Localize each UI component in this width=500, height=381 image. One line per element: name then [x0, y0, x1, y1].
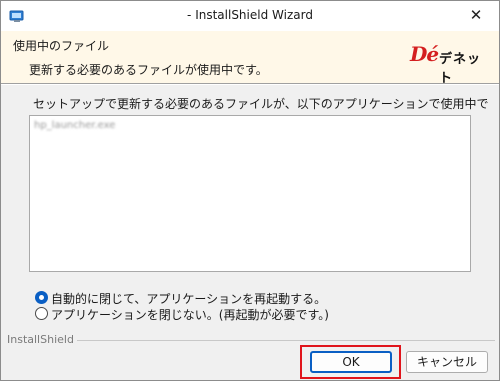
- ok-button[interactable]: OK: [310, 351, 392, 373]
- installer-window: - InstallShield Wizard ✕ 使用中のファイル 更新する必要…: [0, 0, 500, 381]
- radio-unselected[interactable]: [35, 307, 48, 320]
- installshield-label: InstallShield: [7, 333, 77, 346]
- cancel-button[interactable]: キャンセル: [406, 351, 488, 373]
- title-bar: - InstallShield Wizard ✕: [1, 1, 499, 31]
- option-label: 自動的に閉じて、アプリケーションを再起動する。: [51, 292, 327, 306]
- files-in-use-list[interactable]: hp_launcher.exe: [29, 115, 471, 272]
- close-button[interactable]: ✕: [453, 1, 499, 31]
- header-title: 使用中のファイル: [13, 39, 110, 53]
- window-title: - InstallShield Wizard: [187, 8, 313, 22]
- radio-selected[interactable]: [35, 291, 48, 304]
- header-banner: 使用中のファイル 更新する必要のあるファイルが使用中です。 Dé デネット: [1, 31, 499, 86]
- option-label: アプリケーションを閉じない。(再起動が必要です。): [51, 308, 329, 322]
- close-icon: ✕: [469, 6, 483, 24]
- list-item[interactable]: hp_launcher.exe: [34, 120, 115, 131]
- header-divider-highlight: [1, 84, 499, 85]
- logo-mark: Dé: [410, 42, 439, 66]
- header-subtitle: 更新する必要のあるファイルが使用中です。: [29, 63, 268, 77]
- footer-divider: [67, 340, 495, 341]
- brand-logo: Dé デネット: [410, 42, 492, 86]
- logo-name: デネット: [439, 52, 482, 86]
